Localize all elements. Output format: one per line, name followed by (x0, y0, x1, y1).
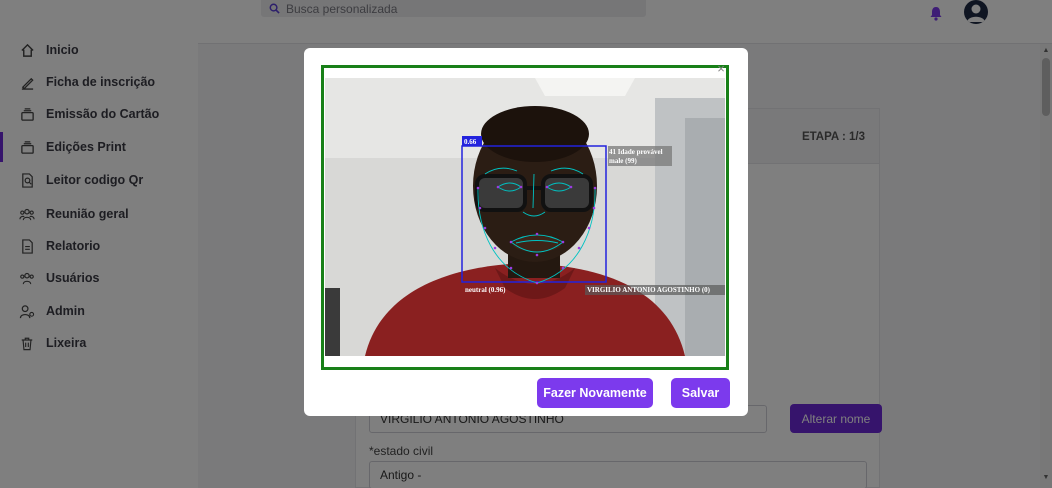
identity-label: VIRGILIO ANTONIO AGOSTINHO (0) (587, 286, 711, 294)
retry-button[interactable]: Fazer Novamente (537, 378, 653, 408)
close-icon[interactable]: × (715, 62, 727, 75)
camera-frame: 0.66 41 Idade provável male (99) neutral… (321, 65, 729, 370)
expression-label: neutral (0.96) (465, 286, 506, 294)
camera-feed: 0.66 41 Idade provável male (99) neutral… (325, 78, 725, 356)
gender-label: male (99) (609, 157, 637, 165)
save-button[interactable]: Salvar (671, 378, 730, 408)
age-label: 41 Idade provável (609, 148, 663, 156)
confidence-label: 0.66 (464, 138, 477, 146)
